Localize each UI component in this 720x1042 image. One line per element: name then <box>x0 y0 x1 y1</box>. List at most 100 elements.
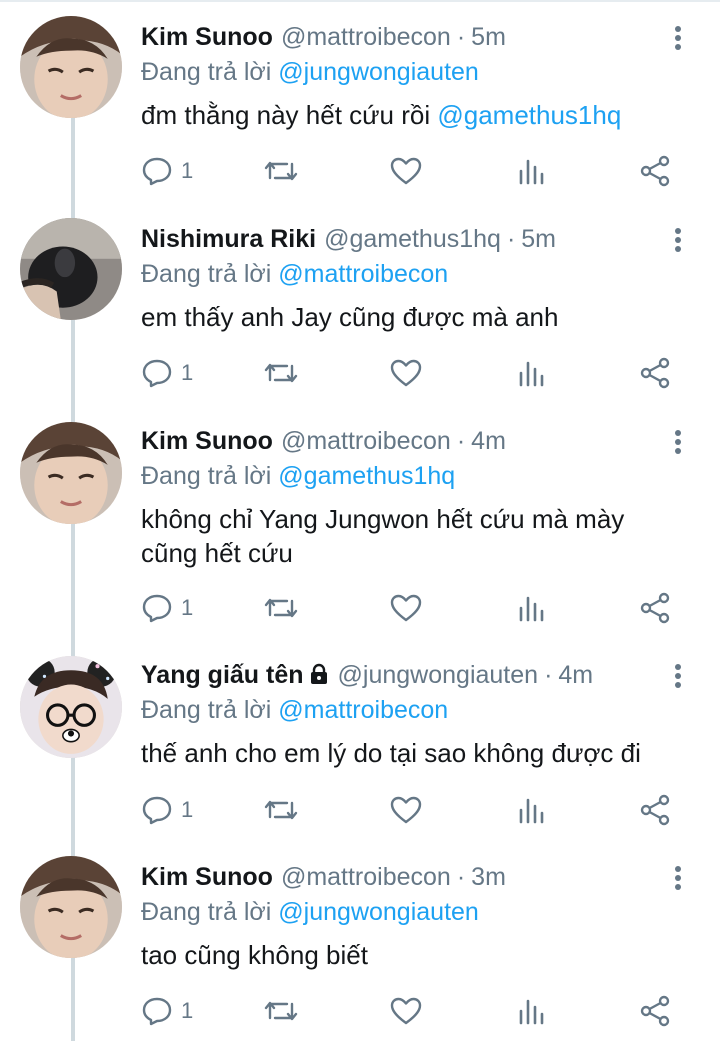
reply-button[interactable]: 1 <box>141 355 193 391</box>
replying-to-mention[interactable]: @jungwongiauten <box>278 58 479 86</box>
separator-dot: · <box>456 427 466 455</box>
retweet-button[interactable] <box>263 355 299 391</box>
timestamp[interactable]: 4m <box>471 427 506 455</box>
more-vertical-icon[interactable] <box>668 26 688 52</box>
display-name[interactable]: Kim Sunoo <box>141 23 273 51</box>
display-name[interactable]: Nishimura Riki <box>141 225 316 253</box>
replying-to-mention[interactable]: @mattroibecon <box>278 260 448 288</box>
replying-to: Đang trả lời @mattroibecon <box>141 259 448 289</box>
analytics-button[interactable] <box>517 355 547 391</box>
like-button[interactable] <box>389 792 423 828</box>
tweet[interactable]: Yang giấu tên @jungwongiauten · 4m Đang trả… <box>0 638 720 840</box>
replying-to-mention[interactable]: @gamethus1hq <box>278 462 455 490</box>
username[interactable]: @mattroibecon <box>281 863 451 891</box>
tweet-text: tao cũng không biết <box>141 938 681 972</box>
retweet-icon <box>264 363 298 383</box>
action-bar: 1 <box>141 993 686 1029</box>
reply-button[interactable]: 1 <box>141 792 193 828</box>
reply-button[interactable]: 1 <box>141 590 193 626</box>
share-button[interactable] <box>639 153 671 189</box>
analytics-button[interactable] <box>517 590 547 626</box>
timestamp[interactable]: 5m <box>471 23 506 51</box>
avatar-kim-sunoo-image <box>20 422 122 524</box>
analytics-button[interactable] <box>517 993 547 1029</box>
reply-count: 1 <box>181 998 194 1023</box>
tweet-body: tao cũng không biết <box>141 940 368 970</box>
replying-to: Đang trả lời @jungwongiauten <box>141 57 479 87</box>
tweet-header: Nishimura Riki @gamethus1hq · 5m <box>141 224 556 254</box>
retweet-button[interactable] <box>263 993 299 1029</box>
share-button[interactable] <box>639 993 671 1029</box>
replying-to: Đang trả lời @gamethus1hq <box>141 461 455 491</box>
tweet[interactable]: Kim Sunoo @mattroibecon · 3m Đang trả lời @… <box>0 840 720 1042</box>
analytics-icon <box>519 361 544 387</box>
separator-dot: · <box>544 661 553 689</box>
reply-button[interactable]: 1 <box>141 153 193 189</box>
tweet-text: đm thằng này hết cứu rồi @gamethus1hq <box>141 98 681 132</box>
heart-icon <box>390 997 422 1025</box>
replying-to-label: Đang trả lời <box>141 260 272 288</box>
timestamp[interactable]: 5m <box>521 225 556 253</box>
reply-icon <box>142 594 172 623</box>
more-vertical-icon[interactable] <box>668 430 688 456</box>
username[interactable]: @mattroibecon <box>281 23 451 51</box>
replying-to: Đang trả lời @mattroibecon <box>141 695 448 725</box>
tweet-text: em thấy anh Jay cũng được mà anh <box>141 300 681 334</box>
tweet[interactable]: Kim Sunoo @mattroibecon · 5m Đang trả lời @… <box>0 0 720 202</box>
display-name[interactable]: Kim Sunoo <box>141 863 273 891</box>
tweet-mention[interactable]: @gamethus1hq <box>437 100 621 130</box>
share-button[interactable] <box>639 792 671 828</box>
action-bar: 1 <box>141 153 686 189</box>
avatar-kim-sunoo-image <box>20 16 122 118</box>
reply-count: 1 <box>181 595 194 620</box>
share-icon <box>640 155 670 187</box>
share-button[interactable] <box>639 355 671 391</box>
timestamp[interactable]: 4m <box>558 661 593 689</box>
share-icon <box>640 592 670 624</box>
analytics-button[interactable] <box>517 153 547 189</box>
more-vertical-icon[interactable] <box>668 228 688 254</box>
avatar[interactable] <box>20 218 122 320</box>
timestamp[interactable]: 3m <box>471 863 506 891</box>
like-button[interactable] <box>389 153 423 189</box>
retweet-icon <box>264 1001 298 1021</box>
display-name[interactable]: Yang giấu tên <box>141 661 304 689</box>
like-button[interactable] <box>389 355 423 391</box>
replying-to-label: Đang trả lời <box>141 696 272 724</box>
action-bar: 1 <box>141 355 686 391</box>
like-button[interactable] <box>389 993 423 1029</box>
avatar[interactable] <box>20 856 122 958</box>
avatar[interactable] <box>20 422 122 524</box>
separator-dot: · <box>456 863 466 891</box>
retweet-icon <box>264 800 298 820</box>
retweet-button[interactable] <box>263 153 299 189</box>
analytics-icon <box>519 798 544 824</box>
tweet[interactable]: Nishimura Riki @gamethus1hq · 5m Đang trả l… <box>0 202 720 404</box>
retweet-button[interactable] <box>263 792 299 828</box>
tweet-body: đm thằng này hết cứu rồi <box>141 100 431 130</box>
action-bar: 1 <box>141 792 686 828</box>
username[interactable]: @gamethus1hq <box>324 225 501 253</box>
reply-button[interactable]: 1 <box>141 993 193 1029</box>
replying-to-mention[interactable]: @jungwongiauten <box>278 898 479 926</box>
replying-to-mention[interactable]: @mattroibecon <box>278 696 448 724</box>
heart-icon <box>390 796 422 824</box>
like-button[interactable] <box>389 590 423 626</box>
username[interactable]: @mattroibecon <box>281 427 451 455</box>
share-button[interactable] <box>639 590 671 626</box>
share-icon <box>640 995 670 1027</box>
analytics-icon <box>519 999 544 1025</box>
avatar-kim-sunoo-image <box>20 856 122 958</box>
retweet-button[interactable] <box>263 590 299 626</box>
analytics-button[interactable] <box>517 792 547 828</box>
tweet-body: không chỉ Yang Jungwon hết cứu mà mày cũ… <box>141 504 625 568</box>
avatar[interactable] <box>20 656 122 758</box>
more-vertical-icon[interactable] <box>668 866 688 892</box>
action-bar: 1 <box>141 590 686 626</box>
username[interactable]: @jungwongiauten <box>338 661 539 689</box>
avatar[interactable] <box>20 16 122 118</box>
display-name[interactable]: Kim Sunoo <box>141 427 273 455</box>
more-vertical-icon[interactable] <box>668 664 688 690</box>
tweet-body: thế anh cho em lý do tại sao không được … <box>141 738 641 768</box>
tweet[interactable]: Kim Sunoo @mattroibecon · 4m Đang trả lời @… <box>0 404 720 638</box>
